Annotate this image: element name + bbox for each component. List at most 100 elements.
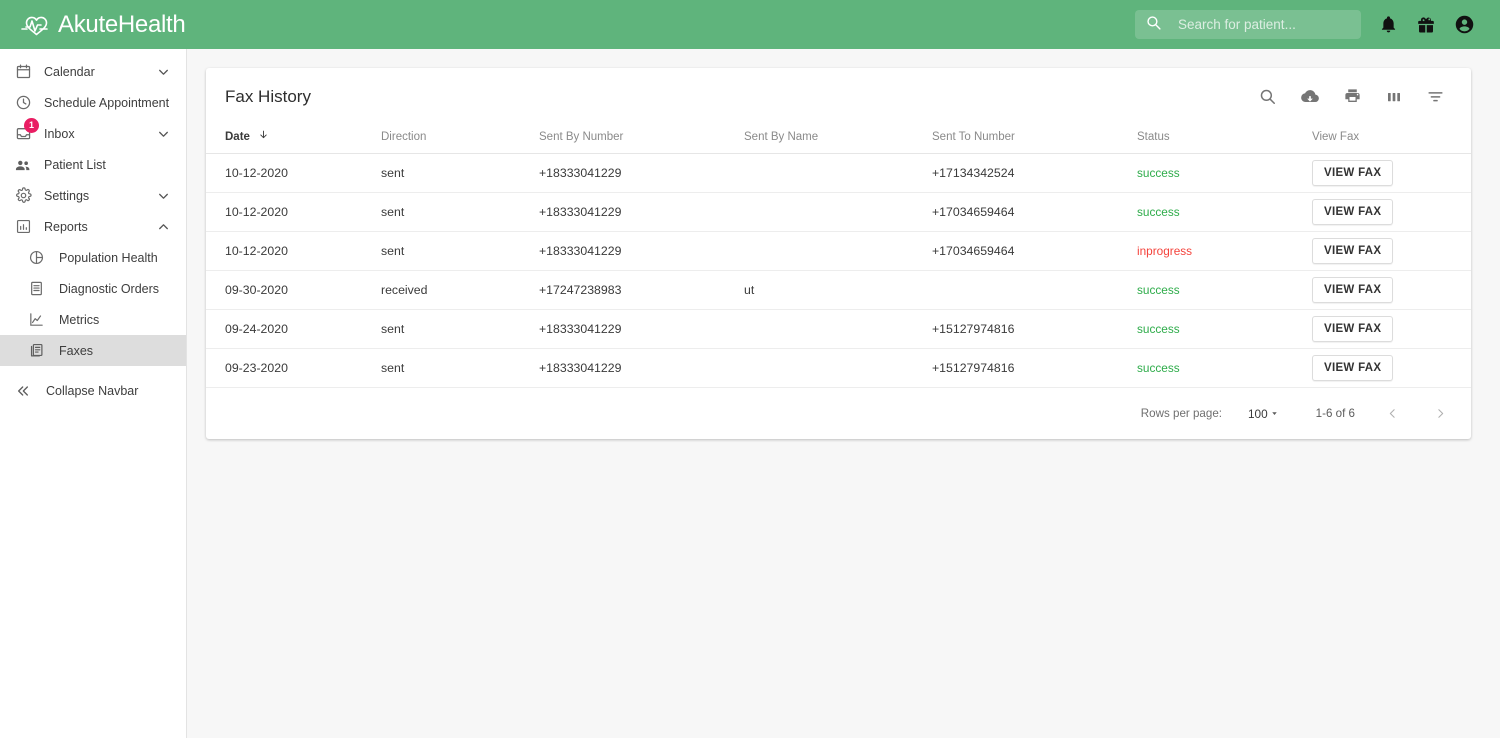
view-fax-button[interactable]: VIEW FAX	[1312, 237, 1394, 264]
column-header-view-fax[interactable]: View Fax	[1312, 125, 1471, 153]
cell-status: success	[1137, 191, 1312, 231]
table-row[interactable]: 10-12-2020 sent +18333041229 +17034659464 in…	[206, 230, 1471, 270]
chevron-up-icon[interactable]	[157, 220, 170, 233]
gift-icon[interactable]	[1416, 15, 1436, 35]
sidebar-item-label: Metrics	[59, 312, 100, 327]
document-list-icon	[25, 280, 47, 297]
people-icon	[12, 156, 34, 174]
brand-logo[interactable]: AkuteHealth	[20, 11, 186, 39]
cell-sent-by-name	[744, 347, 932, 387]
cell-sent-by-number: +18333041229	[539, 230, 744, 270]
table-pagination: Rows per page: 100 1-6 of 6	[206, 387, 1471, 439]
pagination-range: 1-6 of 6	[1315, 407, 1355, 420]
filter-icon[interactable]	[1426, 87, 1445, 106]
column-label: Date	[225, 130, 250, 143]
sidebar-item-diagnostic-orders[interactable]: Diagnostic Orders	[0, 273, 186, 304]
sidebar-item-patient-list[interactable]: Patient List	[0, 149, 186, 180]
chevron-down-icon[interactable]	[157, 65, 170, 78]
cell-status: inprogress	[1137, 230, 1312, 270]
cell-status: success	[1137, 347, 1312, 387]
rows-per-page-select[interactable]: 100	[1248, 407, 1279, 421]
cell-direction: sent	[381, 152, 539, 192]
sidebar-item-label: Patient List	[44, 157, 106, 172]
search-input[interactable]	[1178, 17, 1338, 32]
rows-per-page-value: 100	[1247, 406, 1268, 421]
next-page-button[interactable]	[1429, 403, 1451, 425]
print-icon[interactable]	[1343, 87, 1362, 106]
sidebar-item-inbox[interactable]: 1 Inbox	[0, 118, 186, 149]
cell-date: 10-12-2020	[206, 152, 381, 192]
table-row[interactable]: 09-24-2020 sent +18333041229 +15127974816 su…	[206, 308, 1471, 348]
view-fax-button[interactable]: VIEW FAX	[1312, 159, 1394, 186]
sidebar-item-label: Inbox	[44, 126, 75, 141]
sidebar-item-settings[interactable]: Settings	[0, 180, 186, 211]
fax-pages-icon	[25, 342, 47, 359]
view-fax-button[interactable]: VIEW FAX	[1312, 315, 1394, 342]
columns-icon[interactable]	[1385, 88, 1403, 106]
cell-sent-to-number: +17034659464	[932, 230, 1137, 270]
cell-view-fax: VIEW FAX	[1312, 347, 1471, 387]
cell-view-fax: VIEW FAX	[1312, 308, 1471, 348]
sidebar-item-label: Population Health	[59, 250, 158, 265]
cell-status: success	[1137, 269, 1312, 309]
cell-sent-to-number: +15127974816	[932, 308, 1137, 348]
table-header: Date Direction Sent By Number Sent By Na…	[206, 125, 1471, 153]
cell-direction: sent	[381, 230, 539, 270]
cell-sent-by-number: +18333041229	[539, 347, 744, 387]
sidebar-item-calendar[interactable]: Calendar	[0, 56, 186, 87]
table-header-row: Date Direction Sent By Number Sent By Na…	[206, 125, 1471, 153]
cell-date: 10-12-2020	[206, 230, 381, 270]
double-chevron-left-icon	[12, 383, 34, 399]
column-header-sent-by-name[interactable]: Sent By Name	[744, 125, 932, 153]
column-header-sent-by-number[interactable]: Sent By Number	[539, 125, 744, 153]
sidebar-nav: Calendar Schedule Appointment 1 Inbox Pa…	[0, 49, 187, 738]
column-header-direction[interactable]: Direction	[381, 125, 539, 153]
column-header-status[interactable]: Status	[1137, 125, 1312, 153]
view-fax-button[interactable]: VIEW FAX	[1312, 198, 1394, 225]
chevron-down-icon[interactable]	[157, 127, 170, 140]
column-header-sent-to-number[interactable]: Sent To Number	[932, 125, 1137, 153]
sort-arrow-down-icon	[258, 130, 269, 143]
fax-history-table: Date Direction Sent By Number Sent By Na…	[206, 125, 1471, 387]
main-content: Fax History Date Direction Sent By Numbe…	[187, 49, 1500, 738]
table-row[interactable]: 10-12-2020 sent +18333041229 +17134342524 su…	[206, 152, 1471, 192]
bar-chart-icon	[12, 218, 34, 235]
cell-date: 09-30-2020	[206, 269, 381, 309]
cell-sent-to-number	[932, 269, 1137, 309]
chevron-down-icon	[1270, 407, 1279, 421]
sidebar-item-schedule-appointment[interactable]: Schedule Appointment	[0, 87, 186, 118]
cell-sent-to-number: +17034659464	[932, 191, 1137, 231]
table-row[interactable]: 09-30-2020 received +17247238983 ut success V…	[206, 269, 1471, 309]
sidebar-item-metrics[interactable]: Metrics	[0, 304, 186, 335]
status-badge: success	[1137, 360, 1180, 375]
collapse-navbar-button[interactable]: Collapse Navbar	[0, 375, 186, 406]
sidebar-item-reports[interactable]: Reports	[0, 211, 186, 242]
global-search[interactable]	[1135, 10, 1361, 39]
cell-sent-to-number: +17134342524	[932, 152, 1137, 192]
clock-icon	[12, 94, 34, 111]
cell-sent-by-number: +17247238983	[539, 269, 744, 309]
table-row[interactable]: 09-23-2020 sent +18333041229 +15127974816 su…	[206, 347, 1471, 387]
column-header-date[interactable]: Date	[206, 125, 381, 153]
sidebar-item-faxes[interactable]: Faxes	[0, 335, 186, 366]
view-fax-button[interactable]: VIEW FAX	[1312, 276, 1394, 303]
cell-sent-by-name	[744, 308, 932, 348]
rows-per-page-label: Rows per page:	[1140, 407, 1222, 420]
status-badge: success	[1137, 321, 1180, 336]
cell-view-fax: VIEW FAX	[1312, 191, 1471, 231]
previous-page-button[interactable]	[1381, 403, 1403, 425]
cloud-download-icon[interactable]	[1300, 87, 1320, 107]
search-icon[interactable]	[1258, 87, 1277, 106]
sidebar-item-label: Faxes	[59, 343, 94, 358]
account-circle-icon[interactable]	[1454, 14, 1475, 35]
search-icon	[1145, 14, 1162, 36]
notifications-bell-icon[interactable]	[1379, 15, 1398, 34]
chevron-down-icon[interactable]	[157, 189, 170, 202]
table-row[interactable]: 10-12-2020 sent +18333041229 +17034659464 su…	[206, 191, 1471, 231]
cell-sent-to-number: +15127974816	[932, 347, 1137, 387]
sidebar-item-population-health[interactable]: Population Health	[0, 242, 186, 273]
cell-sent-by-number: +18333041229	[539, 308, 744, 348]
cell-view-fax: VIEW FAX	[1312, 269, 1471, 309]
view-fax-button[interactable]: VIEW FAX	[1312, 354, 1394, 381]
cell-sent-by-name: ut	[744, 269, 932, 309]
